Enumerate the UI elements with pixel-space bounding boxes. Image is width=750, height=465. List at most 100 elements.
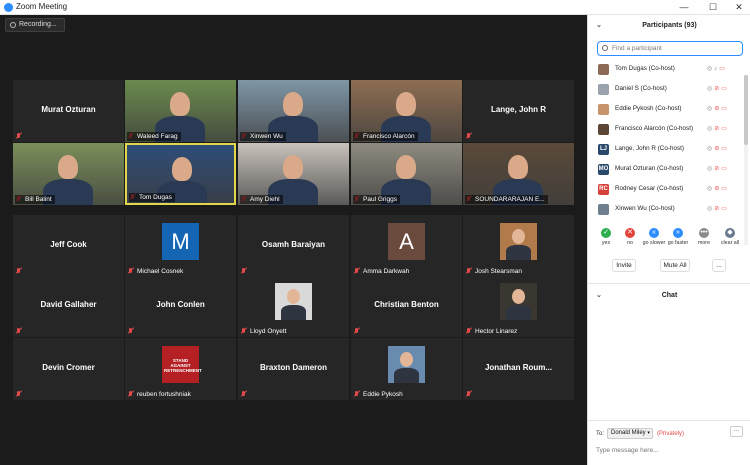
muted-mic-icon	[127, 327, 135, 336]
video-off-icon[interactable]: ▭	[721, 146, 729, 152]
video-off-icon[interactable]: ▭	[721, 106, 729, 112]
video-off-icon[interactable]: ▭	[721, 86, 729, 92]
participant-name: Francisco Alarcón (Co-host)	[615, 125, 694, 132]
participant-row[interactable]: LJ Lange, John R (Co-host) ◎⊘▭	[588, 140, 750, 160]
invite-button[interactable]: Invite	[612, 259, 636, 272]
participant-tile[interactable]: Murat Ozturan	[13, 80, 124, 142]
chevron-down-icon[interactable]: ⌄	[596, 287, 602, 305]
participant-tile[interactable]: Jonathan Roum...	[463, 338, 574, 400]
reaction-go-faster-icon: »	[673, 228, 683, 238]
zoom-window: Zoom Meeting — ☐ ✕ Recording... Murat Oz…	[0, 0, 750, 465]
participant-tile[interactable]: Francisco Alarcón	[351, 80, 462, 142]
side-panel: ⌄ Participants (93) Find a participant T…	[587, 15, 750, 465]
participants-more-button[interactable]: ...	[712, 259, 726, 272]
participant-status-icons: ◎♪▭	[707, 65, 727, 72]
participant-tile[interactable]: Hector Linarez	[463, 275, 574, 337]
mute-all-button[interactable]: Mute All	[660, 259, 690, 272]
participant-avatar	[598, 124, 609, 135]
minimize-button[interactable]: —	[675, 1, 693, 13]
participant-tile[interactable]: Xinwen Wu	[238, 80, 349, 142]
reaction-clear-all-icon: ◆	[725, 228, 735, 238]
participant-row[interactable]: Daniel S (Co-host) ◎⊘▭	[588, 80, 750, 100]
video-off-icon[interactable]: ▭	[721, 126, 729, 132]
participant-tile[interactable]: M Michael Cosnek	[125, 215, 236, 277]
participant-tile[interactable]: Lloyd Onyett	[238, 275, 349, 337]
participant-name: Xinwen Wu (Co-host)	[615, 205, 675, 212]
reaction-no-button[interactable]: ✕ no	[618, 228, 642, 246]
participant-tile[interactable]: Bill Balint	[13, 143, 124, 205]
avatar: M	[162, 223, 199, 260]
participant-tile[interactable]: Braxton Dameron	[238, 338, 349, 400]
participant-row[interactable]: Xinwen Wu (Co-host) ◎⊘▭	[588, 200, 750, 220]
participant-name: Tom Dugas (Co-host)	[615, 65, 675, 72]
video-off-icon[interactable]: ▭	[721, 206, 729, 212]
profile-photo-face	[287, 289, 300, 304]
chat-more-button[interactable]: ...	[730, 426, 743, 437]
reaction-clear-all-button[interactable]: ◆ clear all	[718, 228, 742, 246]
participant-tile[interactable]: David Gallaher	[13, 275, 124, 337]
participant-tile[interactable]: STAND AGAINST RETRENCHMENT reuben fortush…	[125, 338, 236, 400]
tile-name-label: reuben fortushniak	[137, 391, 191, 398]
tile-name-label: Hector Linarez	[475, 328, 518, 335]
participant-tile[interactable]: Lange, John R	[463, 80, 574, 142]
maximize-button[interactable]: ☐	[704, 1, 722, 13]
chat-recipient-select[interactable]: Donald Miley ▾	[607, 428, 653, 439]
close-button[interactable]: ✕	[730, 1, 748, 13]
participant-tile[interactable]: Eddie Pykosh	[351, 338, 462, 400]
tile-display-name: Jonathan Roum...	[484, 363, 553, 372]
reaction-label: clear all	[720, 240, 740, 246]
participant-tile[interactable]: Josh Stearsman	[463, 215, 574, 277]
chat-message-input[interactable]	[596, 444, 742, 456]
recording-indicator[interactable]: Recording...	[5, 18, 65, 32]
participant-avatar	[598, 104, 609, 115]
participant-row[interactable]: Francisco Alarcón (Co-host) ◎⊘▭	[588, 120, 750, 140]
profile-photo	[500, 283, 537, 320]
participant-video-head	[396, 155, 416, 179]
tile-name-label: Eddie Pykosh	[363, 391, 403, 398]
participant-row[interactable]: MO Murat Ozturan (Co-host) ◎⊘▭	[588, 160, 750, 180]
video-off-icon[interactable]: ▭	[721, 186, 729, 192]
profile-photo-text: STAND AGAINST RETRENCHMENT	[164, 358, 202, 373]
participant-name: Rodney Cesar (Co-host)	[615, 185, 684, 192]
tile-name-label: Waleed Farag	[127, 132, 181, 141]
participant-avatar: MO	[598, 164, 609, 175]
tile-name-label: Francisco Alarcón	[353, 132, 418, 141]
participant-scrollbar[interactable]	[744, 75, 748, 245]
reaction-more-icon: •••	[699, 228, 709, 238]
participant-tile[interactable]: SOUNDARARAJAN E...	[463, 143, 574, 205]
participant-tile[interactable]: Paul Griggs	[351, 143, 462, 205]
participant-tile[interactable]: A Amma Darkwah	[351, 215, 462, 277]
video-off-icon[interactable]: ▭	[721, 166, 729, 172]
reaction-yes-button[interactable]: ✓ yes	[594, 228, 618, 246]
scrollbar-thumb[interactable]	[744, 75, 748, 145]
video-off-icon[interactable]: ▭	[719, 66, 727, 72]
participant-row[interactable]: Eddie Pykosh (Co-host) ◎⊘▭	[588, 100, 750, 120]
muted-mic-icon	[15, 390, 23, 399]
profile-photo	[500, 223, 537, 260]
reaction-more-button[interactable]: ••• more	[692, 228, 716, 246]
participant-tile[interactable]: Tom Dugas	[125, 143, 236, 205]
muted-mic-icon	[465, 132, 473, 141]
participant-tile[interactable]: Christian Benton	[351, 275, 462, 337]
reaction-go-faster-button[interactable]: » go faster	[666, 228, 690, 246]
participant-tile[interactable]: Waleed Farag	[125, 80, 236, 142]
participant-tile[interactable]: Devin Cromer	[13, 338, 124, 400]
participant-tile[interactable]: Osamh Baraiyan	[238, 215, 349, 277]
tile-display-name: Christian Benton	[374, 300, 439, 309]
privately-label: (Privately)	[657, 431, 685, 437]
participant-tile[interactable]: Amy Diehl	[238, 143, 349, 205]
reaction-go-slower-icon: «	[649, 228, 659, 238]
chevron-down-icon[interactable]: ⌄	[596, 17, 602, 35]
reaction-label: yes	[601, 240, 611, 246]
participant-tile[interactable]: John Conlen	[125, 275, 236, 337]
chevron-down-icon: ▾	[647, 430, 650, 436]
participant-tile[interactable]: Jeff Cook	[13, 215, 124, 277]
participant-search-input[interactable]: Find a participant	[597, 41, 743, 56]
reaction-go-slower-button[interactable]: « go slower	[642, 228, 666, 246]
tile-name-label: Paul Griggs	[353, 195, 400, 204]
participant-row[interactable]: Tom Dugas (Co-host) ◎♪▭	[588, 60, 750, 80]
participant-row[interactable]: RC Rodney Cesar (Co-host) ◎⊘▭	[588, 180, 750, 200]
profile-photo	[275, 283, 312, 320]
avatar: A	[388, 223, 425, 260]
participant-list: Tom Dugas (Co-host) ◎♪▭ Daniel S (Co-host)…	[588, 60, 750, 220]
